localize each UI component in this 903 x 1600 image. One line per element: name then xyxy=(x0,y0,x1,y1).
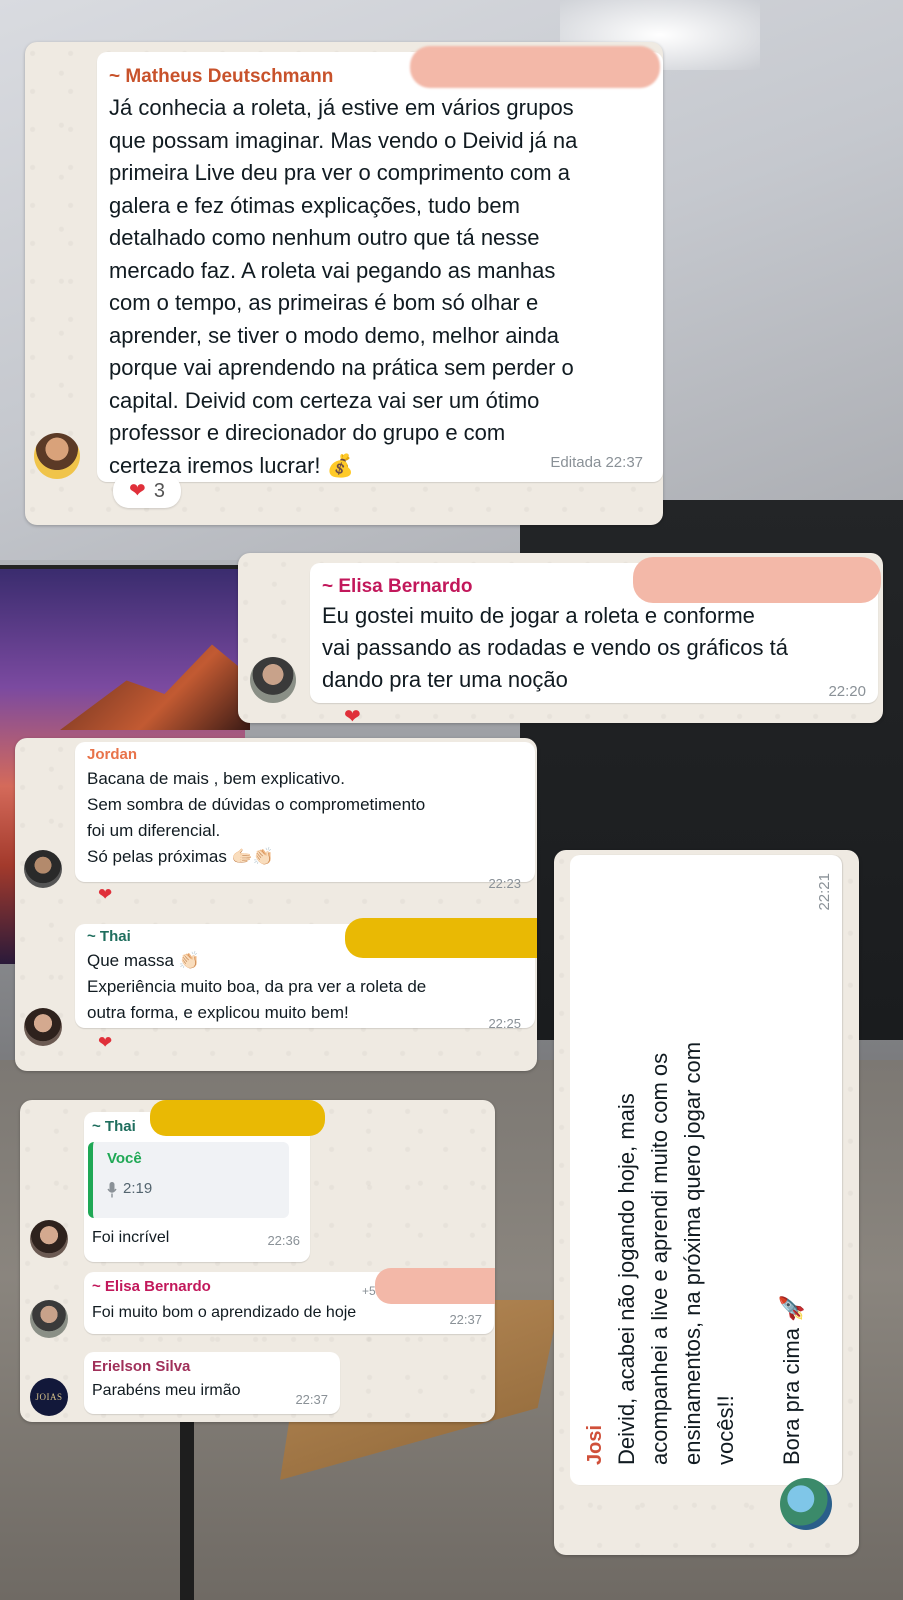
message-bubble[interactable]: Josi Deivid, acabei não jogando hoje, ma… xyxy=(570,855,842,1485)
message-bubble[interactable]: Erielson Silva Parabéns meu irmão 22:37 xyxy=(84,1352,340,1414)
quoted-message[interactable]: Você 2:19 xyxy=(88,1142,289,1218)
avatar[interactable] xyxy=(30,1220,68,1258)
reaction-pill[interactable]: ❤ 3 xyxy=(113,474,181,508)
message-text: Que massa 👏🏻 Experiência muito boa, da p… xyxy=(87,951,427,1022)
sender-name: ~ Thai xyxy=(92,1118,136,1135)
redaction-mark xyxy=(633,557,881,603)
message-text: Bacana de mais , bem explicativo. Sem so… xyxy=(87,769,426,866)
message-text: Foi muito bom o aprendizado de hoje xyxy=(92,1304,357,1321)
sender-name: ~ Matheus Deutschmann xyxy=(109,66,334,87)
chat-screenshot-matheus: ~ Matheus Deutschmann Já conhecia a role… xyxy=(25,42,663,525)
chat-screenshot-multiple: ~ Thai Você 2:19 Foi incrível 22:36 ~ El… xyxy=(20,1100,495,1422)
message-bubble[interactable]: ~ Matheus Deutschmann Já conhecia a role… xyxy=(97,52,663,482)
message-text: Parabéns meu irmão xyxy=(92,1382,241,1399)
message-text: Eu gostei muito de jogar a roleta e conf… xyxy=(322,603,788,692)
sender-name: ~ Elisa Bernardo xyxy=(92,1278,211,1295)
avatar[interactable]: JOIAS xyxy=(30,1378,68,1416)
chat-screenshot-jordan-thai: Jordan Bacana de mais , bem explicativo.… xyxy=(15,738,537,1071)
chat-screenshot-josi: Josi Deivid, acabei não jogando hoje, ma… xyxy=(554,850,859,1555)
message-time: 22:37 xyxy=(295,1392,328,1407)
message-time: 22:20 xyxy=(828,683,866,700)
audio-duration: 2:19 xyxy=(123,1180,153,1197)
avatar[interactable] xyxy=(780,1478,832,1530)
message-text: Deivid, acabei não jogando hoje, mais ac… xyxy=(614,1041,804,1465)
message-time: 22:25 xyxy=(488,1016,521,1031)
message-bubble[interactable]: Jordan Bacana de mais , bem explicativo.… xyxy=(75,742,535,891)
redaction-mark xyxy=(345,918,537,958)
sender-name: ~ Elisa Bernardo xyxy=(322,576,473,597)
message-text: Já conhecia a roleta, já estive em vário… xyxy=(109,95,578,478)
rotated-message-wrapper: Josi Deivid, acabei não jogando hoje, ma… xyxy=(570,855,842,1485)
reaction-count: 3 xyxy=(153,479,165,502)
sender-phone: +5 xyxy=(362,1284,376,1298)
background-desk-leg xyxy=(180,1400,194,1600)
avatar[interactable] xyxy=(30,1300,68,1338)
redaction-mark xyxy=(375,1268,495,1304)
sender-name: Jordan xyxy=(87,746,138,763)
avatar[interactable] xyxy=(250,657,296,703)
sender-name: Erielson Silva xyxy=(92,1358,191,1375)
heart-icon[interactable]: ❤ xyxy=(98,886,112,903)
heart-icon[interactable]: ❤ xyxy=(98,1034,112,1051)
message-time: Editada 22:37 xyxy=(550,454,643,471)
message-time: 22:23 xyxy=(488,876,521,891)
message-time: 22:36 xyxy=(267,1233,300,1248)
avatar-logo: JOIAS xyxy=(35,1392,63,1402)
heart-icon: ❤ xyxy=(129,480,146,502)
mic-icon xyxy=(107,1182,117,1198)
avatar[interactable] xyxy=(24,850,62,888)
heart-icon[interactable]: ❤ xyxy=(344,707,361,723)
redaction-mark xyxy=(150,1100,325,1136)
message-time: 22:21 xyxy=(816,873,833,911)
avatar[interactable] xyxy=(24,1008,62,1046)
avatar[interactable] xyxy=(34,433,80,479)
redaction-mark xyxy=(410,46,660,88)
quote-author: Você xyxy=(107,1150,142,1167)
sender-name: Josi xyxy=(584,1424,606,1465)
sender-name: ~ Thai xyxy=(87,928,131,945)
message-text: Foi incrível xyxy=(92,1229,170,1246)
message-time: 22:37 xyxy=(449,1312,482,1327)
chat-screenshot-elisa: ~ Elisa Bernardo Eu gostei muito de joga… xyxy=(238,553,883,723)
